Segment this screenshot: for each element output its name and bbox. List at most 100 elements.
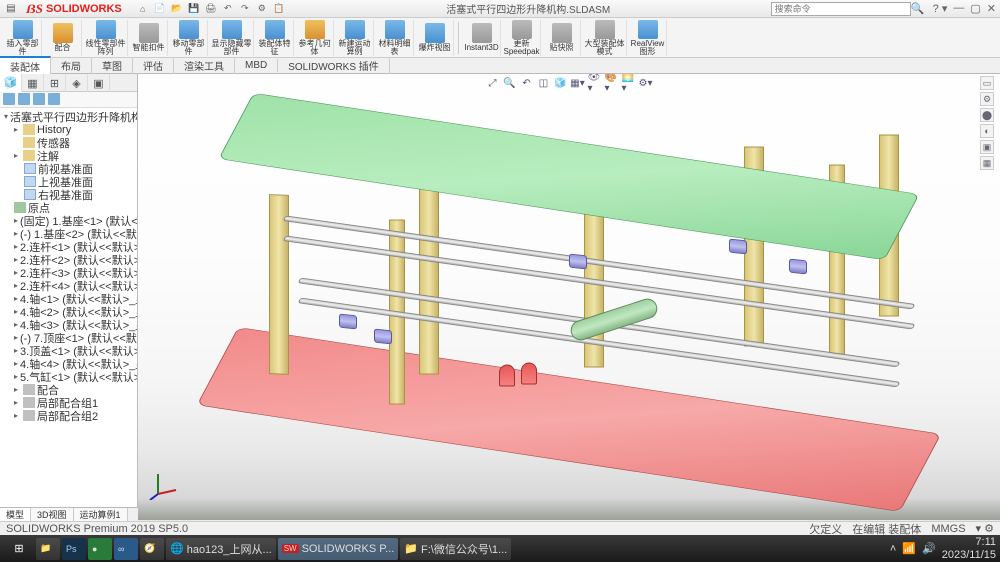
- taskbar-clock[interactable]: 7:11 2023/11/15: [942, 536, 996, 560]
- zoom-fit-icon[interactable]: ⤢: [486, 76, 500, 90]
- tree-part[interactable]: ▸5.气缸<1> (默认<<默认>_显示状...: [2, 370, 135, 383]
- edit-appearance-icon[interactable]: 🎨▾: [605, 76, 619, 90]
- status-units[interactable]: MMGS: [931, 523, 965, 535]
- taskbar-photoshop[interactable]: Ps: [62, 538, 86, 560]
- ribbon-speedpak[interactable]: 更新Speedpak: [503, 20, 541, 56]
- view-triad[interactable]: [148, 470, 178, 500]
- start-button[interactable]: ⊞: [4, 538, 34, 560]
- ribbon-assembly-features[interactable]: 装配体特征: [256, 20, 294, 56]
- qat-redo-icon[interactable]: ↷: [238, 2, 252, 16]
- view-orient-icon[interactable]: 🧊: [554, 76, 568, 90]
- qat-save-icon[interactable]: 💾: [187, 2, 201, 16]
- ribbon-pattern[interactable]: 线性零部件阵列: [84, 20, 128, 56]
- panel-tab-feature-tree-icon[interactable]: 🧊: [0, 74, 22, 92]
- panel-tab-display-icon[interactable]: ◈: [66, 74, 88, 92]
- tab-addins[interactable]: SOLIDWORKS 插件: [278, 57, 390, 74]
- tab-mbd[interactable]: MBD: [235, 59, 278, 72]
- tree-sensors[interactable]: 传感器: [2, 136, 135, 149]
- hud-appearance-icon[interactable]: ⬤: [980, 108, 994, 122]
- tab-model[interactable]: 模型: [0, 508, 31, 521]
- ribbon-smart-fasteners[interactable]: 智能扣件: [130, 20, 168, 56]
- titlebar: ▤ ẞS SOLIDWORKS ⌂ 📄 📂 💾 🖨 ↶ ↷ ⚙ 📋 活塞式平行四…: [0, 0, 1000, 18]
- tab-layout[interactable]: 布局: [51, 57, 92, 74]
- tab-3dview[interactable]: 3D视图: [31, 508, 74, 521]
- ribbon-insert-component[interactable]: 插入零部件: [4, 20, 42, 56]
- tab-render[interactable]: 渲染工具: [174, 57, 235, 74]
- prev-view-icon[interactable]: ↶: [520, 76, 534, 90]
- ribbon: 插入零部件 配合 线性零部件阵列 智能扣件 移动零部件 显示隐藏零部件 装配体特…: [0, 18, 1000, 58]
- taskbar-explorer[interactable]: 📁: [36, 538, 60, 560]
- ribbon-show-hide[interactable]: 显示隐藏零部件: [210, 20, 254, 56]
- filter-icon-3[interactable]: [33, 93, 45, 105]
- zoom-area-icon[interactable]: 🔍: [503, 76, 517, 90]
- model-cylinder: [568, 296, 660, 343]
- tree-root[interactable]: ▾活塞式平行四边形升降机构 (默认<默认...: [2, 110, 135, 123]
- tab-evaluate[interactable]: 评估: [133, 57, 174, 74]
- ribbon-large-assembly[interactable]: 大型装配体模式: [583, 20, 627, 56]
- panel-tab-config-icon[interactable]: ⊞: [44, 74, 66, 92]
- taskbar-app[interactable]: 🧭: [140, 538, 164, 560]
- close-icon[interactable]: ✕: [987, 2, 996, 15]
- hide-show-icon[interactable]: 👁▾: [588, 76, 602, 90]
- help-icon[interactable]: ? ▾: [933, 2, 948, 15]
- ribbon-mate[interactable]: 配合: [44, 20, 82, 56]
- tray-volume-icon[interactable]: 🔊: [922, 542, 936, 555]
- tab-assembly[interactable]: 装配体: [0, 56, 51, 75]
- apply-scene-icon[interactable]: 🌅▾: [622, 76, 636, 90]
- display-style-icon[interactable]: ▦▾: [571, 76, 585, 90]
- tab-sketch[interactable]: 草图: [92, 57, 133, 74]
- titlebar-left-icons: ▤: [4, 2, 18, 16]
- filter-icon-1[interactable]: [3, 93, 15, 105]
- filter-icon-4[interactable]: [48, 93, 60, 105]
- ribbon-realview[interactable]: RealView图形: [629, 20, 667, 56]
- qat-options-icon[interactable]: ⚙: [255, 2, 269, 16]
- minimize-icon[interactable]: —: [953, 2, 964, 15]
- ribbon-motion-study[interactable]: 新建运动算例: [336, 20, 374, 56]
- hud-gear-icon[interactable]: ⚙: [980, 92, 994, 106]
- qat-open-icon[interactable]: 📂: [170, 2, 184, 16]
- taskbar-solidworks[interactable]: SWSOLIDWORKS P...: [278, 538, 399, 560]
- ribbon-exploded-view[interactable]: 爆炸视图: [416, 20, 454, 56]
- model-lug: [521, 363, 537, 385]
- window-controls: ? ▾ — ▢ ✕: [933, 2, 996, 15]
- qat-print-icon[interactable]: 🖨: [204, 2, 218, 16]
- panel-tab-property-icon[interactable]: ▦: [22, 74, 44, 92]
- status-gear-icon[interactable]: ▾ ⚙: [976, 522, 994, 535]
- panel-tab-other-icon[interactable]: ▣: [88, 74, 110, 92]
- hud-scene-icon[interactable]: ◐: [980, 124, 994, 138]
- tab-motion-study[interactable]: 运动算例1: [74, 508, 128, 521]
- taskbar-app[interactable]: ∞: [114, 538, 138, 560]
- hud-dialog-icon[interactable]: ▭: [980, 76, 994, 90]
- search-icon[interactable]: 🔍: [911, 2, 925, 15]
- panel-filter-icons: [0, 92, 137, 108]
- viewport-hud: ▭ ⚙ ⬤ ◐ ▣ ▦: [980, 76, 994, 170]
- tree-mate-group[interactable]: ▸局部配合组2: [2, 409, 135, 422]
- ribbon-reference-geom[interactable]: 参考几何体: [296, 20, 334, 56]
- view-settings-icon[interactable]: ⚙▾: [639, 76, 653, 90]
- section-view-icon[interactable]: ◫: [537, 76, 551, 90]
- search-input[interactable]: [771, 2, 911, 16]
- taskbar-app[interactable]: ●: [88, 538, 112, 560]
- graphics-viewport[interactable]: ⤢ 🔍 ↶ ◫ 🧊 ▦▾ 👁▾ 🎨▾ 🌅▾ ⚙▾ ▭ ⚙ ⬤ ◐ ▣ ▦: [138, 74, 1000, 520]
- feature-tree[interactable]: ▾活塞式平行四边形升降机构 (默认<默认... ▸History 传感器 ▸注解…: [0, 108, 137, 520]
- system-tray[interactable]: ˄ 📶 🔊 7:11 2023/11/15: [890, 536, 996, 560]
- ribbon-bom[interactable]: 材料明细表: [376, 20, 414, 56]
- statusbar: SOLIDWORKS Premium 2019 SP5.0 欠定义 在编辑 装配…: [0, 521, 1000, 535]
- taskbar-browser[interactable]: 🌐hao123_上网从...: [166, 538, 276, 560]
- tray-chevron-icon[interactable]: ˄: [890, 543, 896, 555]
- qat-new-icon[interactable]: 📄: [153, 2, 167, 16]
- hud-display-icon[interactable]: ▦: [980, 156, 994, 170]
- ribbon-move-component[interactable]: 移动零部件: [170, 20, 208, 56]
- ribbon-snapshot[interactable]: 贴快照: [543, 20, 581, 56]
- filter-icon-2[interactable]: [18, 93, 30, 105]
- qat-rebuild-icon[interactable]: 📋: [272, 2, 286, 16]
- tray-network-icon[interactable]: 📶: [902, 542, 916, 555]
- maximize-icon[interactable]: ▢: [970, 2, 980, 15]
- hud-decal-icon[interactable]: ▣: [980, 140, 994, 154]
- tree-plane-right[interactable]: 右视基准面: [2, 188, 135, 201]
- taskbar-folder[interactable]: 📁F:\微信公众号\1...: [400, 538, 511, 560]
- windows-icon: ⊞: [14, 542, 23, 555]
- ribbon-instant3d[interactable]: Instant3D: [463, 20, 501, 56]
- qat-home-icon[interactable]: ⌂: [136, 2, 150, 16]
- qat-undo-icon[interactable]: ↶: [221, 2, 235, 16]
